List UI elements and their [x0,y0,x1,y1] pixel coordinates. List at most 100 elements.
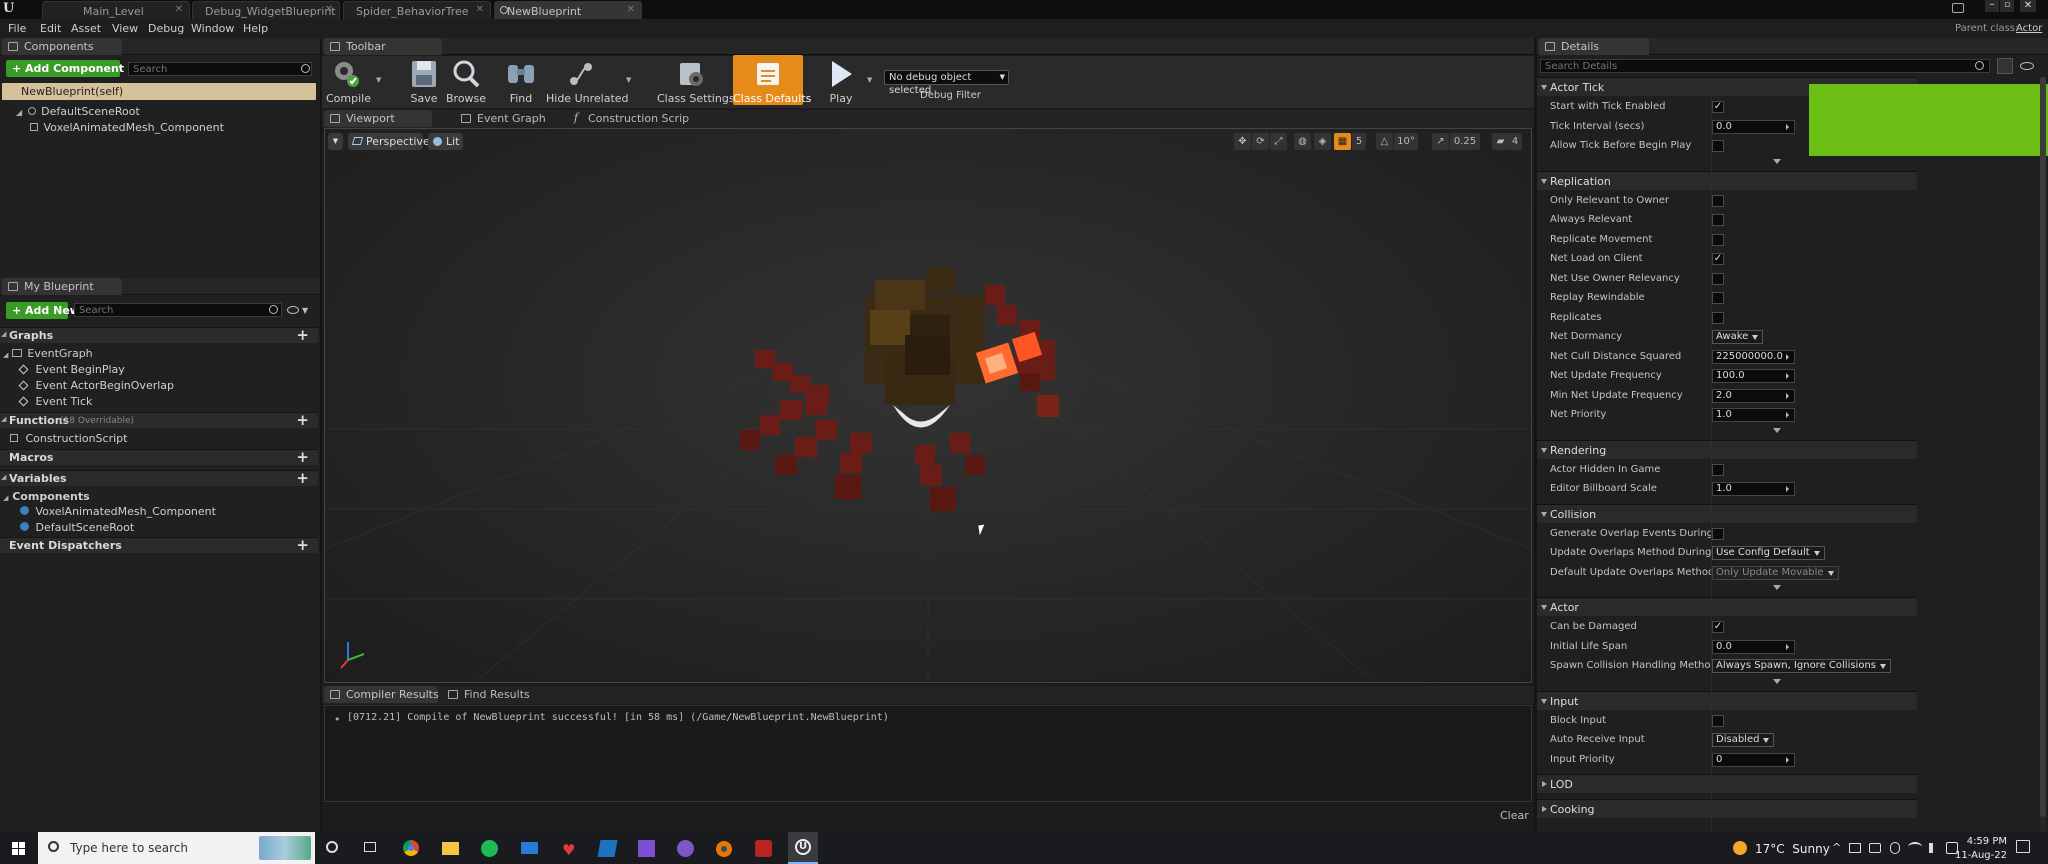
add-component-button[interactable]: + Add Component ▼ [6,60,134,77]
section-variables[interactable]: ◢ Variables + [0,469,318,487]
details-search-input[interactable] [1540,59,1990,73]
section-event-dispatchers[interactable]: Event Dispatchers + [0,536,318,554]
mail-icon[interactable] [521,832,539,864]
property-dropdown[interactable]: Disabled [1712,733,1775,747]
event-item-actor-begin-overlap[interactable]: Event ActorBeginOverlap [18,379,174,392]
event-item-tick[interactable]: Event Tick [18,395,92,408]
details-section-lod[interactable]: LOD [1537,774,1917,793]
visibility-eye-icon[interactable] [287,306,299,314]
menu-help[interactable]: Help [243,22,268,35]
details-section-replication[interactable]: Replication [1537,170,1917,190]
property-checkbox[interactable] [1712,527,1724,540]
menu-file[interactable]: File [8,22,26,35]
notification-icon[interactable] [1952,3,1964,13]
magicavoxel-icon[interactable] [755,832,773,864]
tab-main-level[interactable]: Main_Level ✕ [42,1,190,19]
spider-voxel-mesh[interactable] [735,255,1135,525]
component-item-voxel-mesh[interactable]: VoxelAnimatedMesh_Component [30,121,224,134]
component-item-default-scene-root[interactable]: ◢ DefaultSceneRoot [16,105,140,118]
unreal-taskbar-icon[interactable]: U [788,832,818,864]
my-blueprint-tab[interactable]: My Blueprint [2,278,122,295]
property-checkbox[interactable] [1712,194,1724,207]
function-item-construction-script[interactable]: ConstructionScript [10,432,127,445]
property-number-field[interactable]: 0 [1712,752,1795,767]
perspective-button[interactable]: Perspective [348,133,430,150]
heart-app-icon[interactable]: ♥ [560,832,578,864]
visibility-eye-icon[interactable] [2020,62,2034,70]
menu-window[interactable]: Window [191,22,234,35]
tray-pen-icon[interactable] [1890,842,1900,854]
property-checkbox[interactable] [1712,714,1724,727]
scale-icon[interactable]: ⤢ [1270,133,1287,150]
hide-unrelated-dropdown[interactable]: ▼ [626,76,631,84]
tab-new-blueprint[interactable]: NewBlueprint ✕ [494,1,642,19]
parent-class-link[interactable]: Actor [2016,23,2042,34]
class-settings-button[interactable]: Class Settings [657,55,735,105]
tab-event-graph[interactable]: Event Graph [455,110,563,127]
chrome-icon[interactable] [403,832,419,864]
camera-speed-value[interactable]: 4 [1508,133,1522,150]
world-local-icon[interactable]: ◍ [1294,133,1311,150]
wifi-icon[interactable] [1908,842,1922,852]
advanced-properties-chevron-icon[interactable] [1772,678,1782,685]
tab-find-results[interactable]: Find Results [442,686,556,703]
property-checkbox[interactable] [1712,140,1724,152]
property-number-field[interactable]: 225000000.0 [1712,349,1795,364]
menu-view[interactable]: View [112,22,138,35]
my-blueprint-search-input[interactable] [74,303,282,317]
property-number-field[interactable]: 1.0 [1712,408,1795,422]
property-number-field[interactable]: 1.0 [1712,482,1795,496]
grid-snap-value[interactable]: 5 [1352,133,1366,150]
details-scrollbar[interactable] [2040,77,2046,832]
task-view-icon[interactable] [364,832,378,864]
chevron-down-icon[interactable]: ▼ [302,306,308,315]
property-dropdown[interactable]: Awake [1712,330,1764,344]
lit-view-mode-button[interactable]: Lit [428,133,463,150]
viewport-options-button[interactable]: ▼ [328,133,343,150]
property-matrix-icon[interactable] [1997,58,2013,74]
compile-button[interactable]: Compile [326,55,371,105]
variable-category-components[interactable]: ◢ Components [3,490,90,503]
property-dropdown[interactable]: Always Spawn, Ignore Collisions [1712,659,1891,673]
close-window-button[interactable]: ✕ [2020,0,2036,12]
tab-viewport[interactable]: Viewport [324,110,432,127]
clock-time[interactable]: 4:59 PM [1963,836,2007,847]
class-defaults-button[interactable]: Class Defaults [733,55,811,105]
property-number-field[interactable]: 2.0 [1712,388,1795,403]
property-checkbox[interactable] [1712,272,1724,285]
details-section-input[interactable]: Input [1537,690,1917,710]
surface-snap-icon[interactable]: ◈ [1314,133,1331,150]
close-icon[interactable]: ✕ [175,4,183,15]
minimize-button[interactable]: – [1985,0,1999,12]
property-checkbox[interactable] [1712,311,1724,324]
chevron-up-icon[interactable]: ^ [1832,841,1841,854]
tab-compiler-results[interactable]: Compiler Results [324,686,439,703]
save-button[interactable]: Save [404,55,444,105]
grid-snap-icon[interactable]: ▦ [1334,133,1351,150]
details-tab[interactable]: Details [1539,38,1649,55]
unreal-logo[interactable]: U [3,1,17,17]
add-variable-plus-icon[interactable]: + [296,469,309,487]
clock-date[interactable]: 11-Aug-22 [1955,850,2007,861]
clear-button[interactable]: Clear [1500,809,1529,822]
toolbar-tab[interactable]: Toolbar [324,38,442,55]
section-macros[interactable]: Macros + [0,448,318,466]
advanced-properties-chevron-icon[interactable] [1772,427,1782,434]
tab-debug-widget-blueprint[interactable]: Debug_WidgetBlueprint ✕ [192,1,340,19]
property-checkbox[interactable] [1712,292,1724,304]
property-checkbox[interactable] [1712,214,1724,226]
add-graph-plus-icon[interactable]: + [296,326,309,344]
notification-center-icon[interactable] [2016,840,2030,853]
weather-text[interactable]: 17°C Sunny [1755,842,1830,856]
close-icon[interactable]: ✕ [476,4,484,15]
property-checkbox[interactable] [1712,233,1724,246]
tray-app-icon[interactable] [1849,843,1861,853]
section-graphs[interactable]: ◢ Graphs + [0,326,318,344]
add-macro-plus-icon[interactable]: + [296,448,309,466]
section-functions[interactable]: ◢ Functions (18 Overridable) + [0,411,318,429]
play-options-dropdown[interactable]: ▼ [867,76,872,84]
components-search-input[interactable] [128,62,312,76]
details-section-collision[interactable]: Collision [1537,503,1917,523]
hide-unrelated-button[interactable]: Hide Unrelated [546,55,629,105]
scale-snap-icon[interactable]: ↗ [1432,133,1449,150]
